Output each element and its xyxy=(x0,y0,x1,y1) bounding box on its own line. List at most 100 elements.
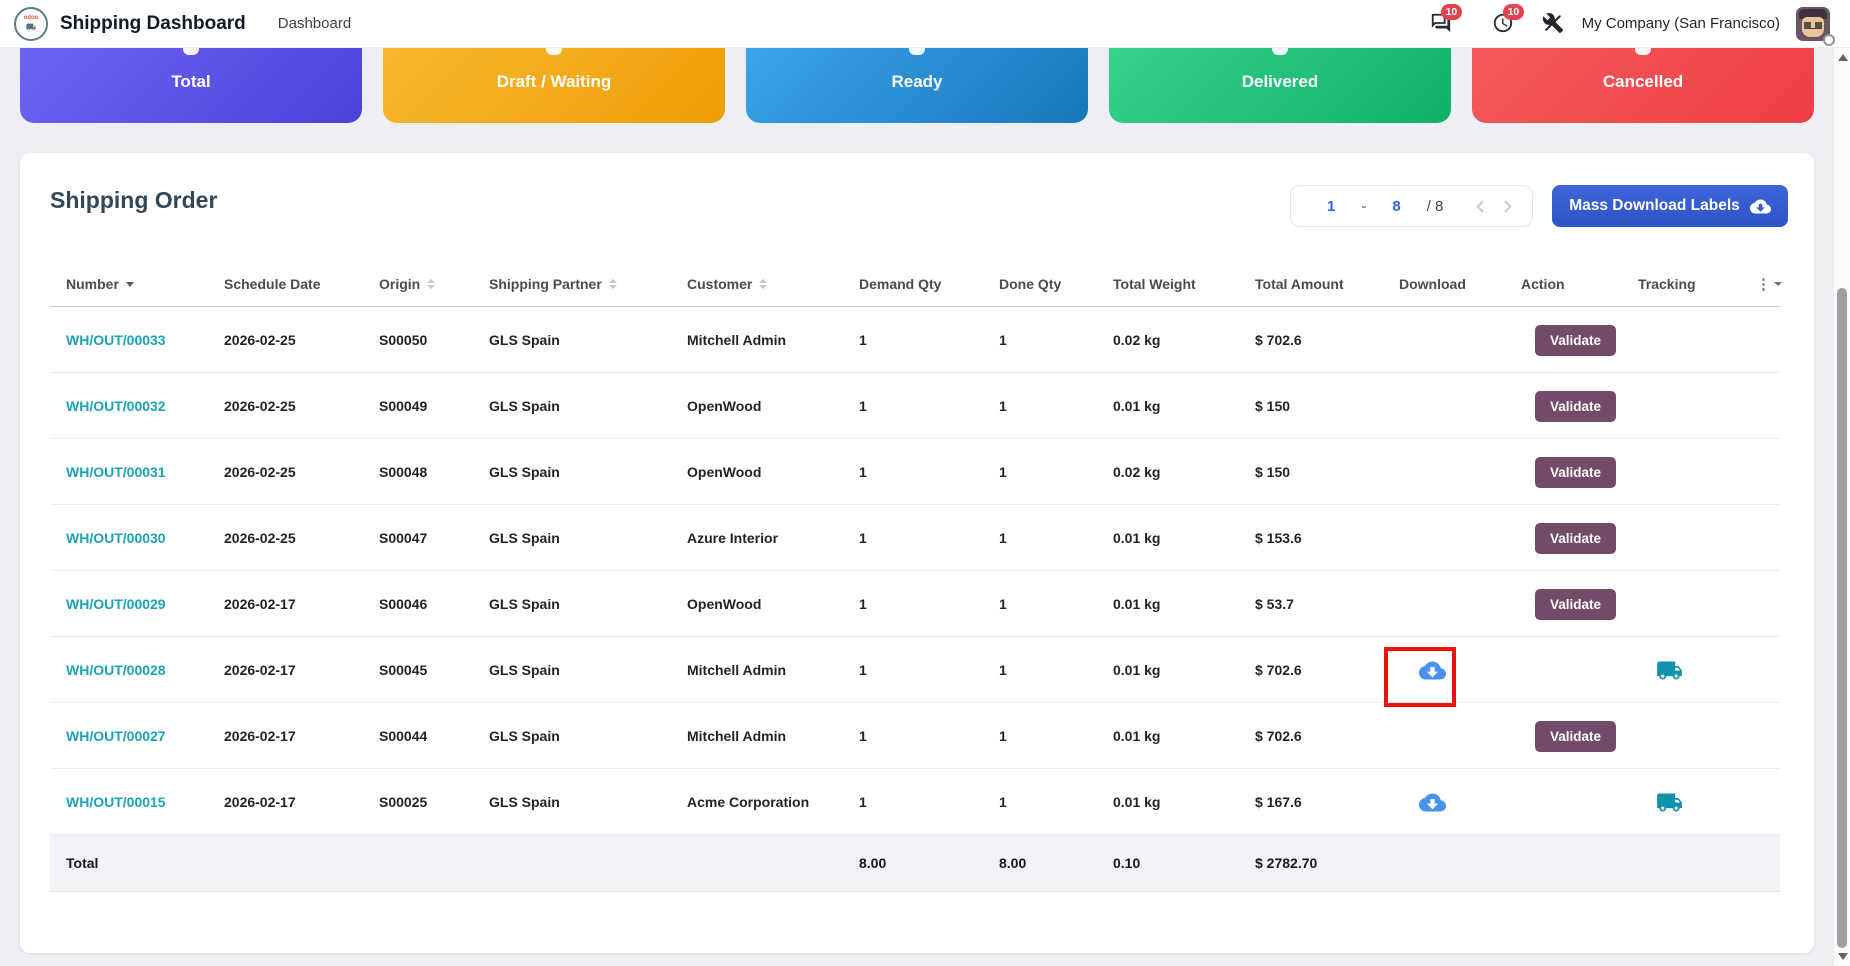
mass-download-labels-button[interactable]: Mass Download Labels xyxy=(1552,185,1788,227)
company-switcher[interactable]: My Company (San Francisco) xyxy=(1582,15,1780,32)
order-number-link[interactable]: WH/OUT/00027 xyxy=(66,728,166,744)
app-logo[interactable]: odoo xyxy=(14,7,48,41)
order-number-link[interactable]: WH/OUT/00030 xyxy=(66,530,166,546)
pager-total: / 8 xyxy=(1427,198,1444,215)
cell-schedule-date: 2026-02-17 xyxy=(208,637,363,703)
pager-next-icon[interactable] xyxy=(1500,199,1515,214)
validate-button[interactable]: Validate xyxy=(1535,391,1616,422)
total-label: Total xyxy=(50,855,208,871)
tools-icon xyxy=(1542,12,1564,34)
shipping-order-panel: Shipping Order 1 - 8 / 8 Mass Download L… xyxy=(20,153,1814,953)
cell-shipping-partner: GLS Spain xyxy=(473,439,671,505)
tracking-truck-icon[interactable] xyxy=(1656,657,1683,684)
validate-button[interactable]: Validate xyxy=(1535,523,1616,554)
column-options-header[interactable]: ⋮ xyxy=(1740,277,1780,292)
cell-done-qty: 1 xyxy=(983,439,1097,505)
scroll-down-arrow-icon[interactable] xyxy=(1838,953,1848,960)
cell-action: Validate xyxy=(1505,373,1622,439)
pager-start[interactable]: 1 xyxy=(1327,198,1335,215)
status-card-ready[interactable]: Ready xyxy=(746,48,1088,123)
cell-action: Validate xyxy=(1505,571,1622,637)
optional-columns-icon[interactable]: ⋮ xyxy=(1756,277,1782,292)
cell-total-amount: $ 153.6 xyxy=(1239,505,1383,571)
table-row: WH/OUT/000272026-02-17S00044GLS SpainMit… xyxy=(50,703,1780,769)
cell-customer: Mitchell Admin xyxy=(671,307,843,373)
column-header-total-amount[interactable]: Total Amount xyxy=(1239,276,1383,292)
validate-button[interactable]: Validate xyxy=(1535,721,1616,752)
column-header-schedule-date[interactable]: Schedule Date xyxy=(208,276,363,292)
pager-previous-icon[interactable] xyxy=(1473,199,1488,214)
download-label-icon[interactable] xyxy=(1419,657,1446,684)
cell-schedule-date: 2026-02-17 xyxy=(208,571,363,637)
cell-tracking xyxy=(1622,571,1740,637)
cell-total-amount: $ 150 xyxy=(1239,439,1383,505)
cell-origin: S00025 xyxy=(363,769,473,835)
cell-tracking xyxy=(1622,505,1740,571)
app-title[interactable]: Shipping Dashboard xyxy=(60,13,246,35)
messages-icon[interactable]: 10 xyxy=(1430,12,1454,36)
column-header-shipping-partner[interactable]: Shipping Partner xyxy=(473,276,671,292)
column-header-label: Demand Qty xyxy=(859,276,941,292)
cell-total-amount: $ 167.6 xyxy=(1239,769,1383,835)
cell-customer: Mitchell Admin xyxy=(671,637,843,703)
download-label-icon[interactable] xyxy=(1419,789,1446,816)
cell-origin: S00047 xyxy=(363,505,473,571)
status-card-delivered[interactable]: Delivered xyxy=(1109,48,1451,123)
cell-schedule-date: 2026-02-25 xyxy=(208,439,363,505)
tracking-truck-icon[interactable] xyxy=(1656,789,1683,816)
cell-customer: Azure Interior xyxy=(671,505,843,571)
scroll-up-arrow-icon[interactable] xyxy=(1838,54,1848,61)
order-number-link[interactable]: WH/OUT/00032 xyxy=(66,398,166,414)
column-header-origin[interactable]: Origin xyxy=(363,276,473,292)
table-row: WH/OUT/000292026-02-17S00046GLS SpainOpe… xyxy=(50,571,1780,637)
validate-button[interactable]: Validate xyxy=(1535,325,1616,356)
total-demand-qty: 8.00 xyxy=(843,855,983,871)
column-header-done-qty[interactable]: Done Qty xyxy=(983,276,1097,292)
cell-total-weight: 0.01 kg xyxy=(1097,637,1239,703)
table-total-row: Total8.008.000.10$ 2782.70 xyxy=(50,835,1780,892)
column-header-number[interactable]: Number xyxy=(50,276,208,292)
tools-menu[interactable] xyxy=(1542,12,1566,36)
menu-item-dashboard[interactable]: Dashboard xyxy=(278,15,351,32)
card-icon-cropped xyxy=(546,48,562,55)
order-number-link[interactable]: WH/OUT/00029 xyxy=(66,596,166,612)
order-number-link[interactable]: WH/OUT/00028 xyxy=(66,662,166,678)
user-avatar[interactable] xyxy=(1796,7,1830,41)
column-header-tracking: Tracking xyxy=(1622,276,1740,292)
pager-end[interactable]: 8 xyxy=(1392,198,1400,215)
column-header-label: Download xyxy=(1399,276,1466,292)
cell-download xyxy=(1383,307,1505,373)
cell-number: WH/OUT/00029 xyxy=(50,571,208,637)
cell-tracking xyxy=(1622,373,1740,439)
column-header-demand-qty[interactable]: Demand Qty xyxy=(843,276,983,292)
status-card-cancelled[interactable]: Cancelled xyxy=(1472,48,1814,123)
status-card-draft-waiting[interactable]: Draft / Waiting xyxy=(383,48,725,123)
cloud-download-icon xyxy=(1750,196,1771,217)
logo-truck-icon xyxy=(25,22,37,32)
scrollbar-thumb[interactable] xyxy=(1837,288,1847,948)
order-number-link[interactable]: WH/OUT/00033 xyxy=(66,332,166,348)
order-number-link[interactable]: WH/OUT/00031 xyxy=(66,464,166,480)
activities-icon[interactable]: 10 xyxy=(1492,12,1516,36)
card-label: Delivered xyxy=(1242,72,1319,92)
status-card-total[interactable]: Total xyxy=(20,48,362,123)
total-weight: 0.10 xyxy=(1097,855,1239,871)
table-row: WH/OUT/000152026-02-17S00025GLS SpainAcm… xyxy=(50,769,1780,835)
cell-number: WH/OUT/00030 xyxy=(50,505,208,571)
column-header-download: Download xyxy=(1383,276,1505,292)
validate-button[interactable]: Validate xyxy=(1535,457,1616,488)
column-header-label: Number xyxy=(66,276,119,292)
validate-button[interactable]: Validate xyxy=(1535,589,1616,620)
cell-tracking xyxy=(1622,439,1740,505)
column-header-label: Done Qty xyxy=(999,276,1061,292)
order-number-link[interactable]: WH/OUT/00015 xyxy=(66,794,166,810)
column-header-action: Action xyxy=(1505,276,1622,292)
cell-total-amount: $ 53.7 xyxy=(1239,571,1383,637)
card-label: Total xyxy=(171,72,210,92)
column-header-total-weight[interactable]: Total Weight xyxy=(1097,276,1239,292)
table-header-row: Number Schedule DateOriginShipping Partne… xyxy=(50,262,1780,307)
column-header-customer[interactable]: Customer xyxy=(671,276,843,292)
cell-download xyxy=(1383,505,1505,571)
activities-badge: 10 xyxy=(1503,4,1525,21)
cell-download xyxy=(1383,637,1505,703)
